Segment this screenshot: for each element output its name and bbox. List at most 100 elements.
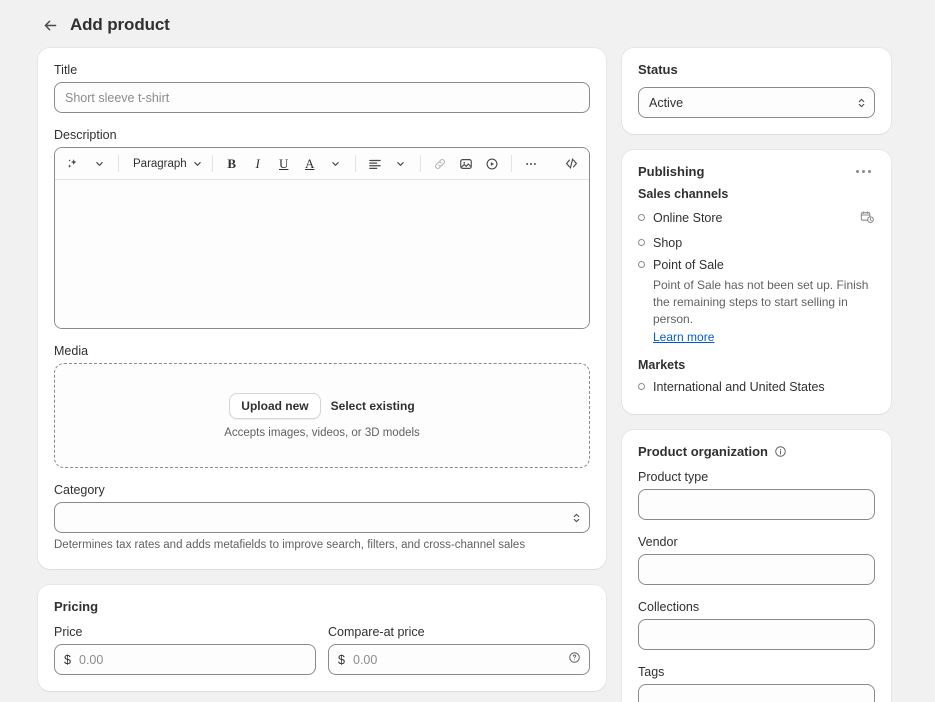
- market-label: International and United States: [653, 380, 825, 394]
- select-existing-button[interactable]: Select existing: [331, 399, 415, 413]
- product-type-field-group: Product type: [638, 469, 875, 520]
- paragraph-style-dropdown[interactable]: Paragraph: [126, 152, 205, 176]
- italic-button[interactable]: I: [246, 152, 270, 176]
- paragraph-style-label: Paragraph: [133, 157, 187, 170]
- tags-field-group: Tags: [638, 664, 875, 702]
- bullet-icon: [638, 261, 645, 268]
- pricing-fields: Price $ Compare-at price $: [54, 624, 590, 675]
- align-left-icon[interactable]: [363, 152, 387, 176]
- pricing-card: Pricing Price $ Compare-at price $: [38, 585, 606, 691]
- markets-list: International and United States: [638, 376, 875, 398]
- media-label: Media: [54, 344, 89, 358]
- link-icon[interactable]: [428, 152, 452, 176]
- markets-label: Markets: [638, 358, 686, 372]
- page-header: Add product: [0, 0, 935, 40]
- compare-at-price-label: Compare-at price: [328, 625, 425, 639]
- toolbar-divider: [118, 155, 119, 172]
- sales-channels-label: Sales channels: [638, 187, 729, 201]
- description-editor-body[interactable]: [55, 180, 589, 328]
- bold-button[interactable]: B: [220, 152, 244, 176]
- status-card-title: Status: [638, 62, 678, 77]
- title-field-group: Title: [54, 62, 590, 113]
- more-options-icon[interactable]: [519, 152, 543, 176]
- list-item[interactable]: Online Store: [638, 207, 875, 232]
- toolbar-divider: [510, 155, 512, 172]
- magic-menu-chevron-down-icon[interactable]: [87, 152, 111, 176]
- bullet-icon: [638, 383, 645, 390]
- vendor-label: Vendor: [638, 535, 678, 549]
- title-input[interactable]: [54, 82, 590, 113]
- pricing-card-title: Pricing: [54, 599, 99, 614]
- category-select-wrap: [54, 502, 590, 533]
- collections-field-group: Collections: [638, 599, 875, 650]
- list-item[interactable]: International and United States: [638, 376, 875, 398]
- dot: [862, 170, 865, 173]
- price-input-wrap: $: [54, 644, 316, 675]
- media-actions: Upload new Select existing: [229, 392, 415, 419]
- question-circle-icon[interactable]: [568, 651, 581, 669]
- compare-at-price-input-wrap: $: [328, 644, 590, 675]
- code-view-icon[interactable]: [559, 152, 583, 176]
- page-title: Add product: [70, 15, 170, 34]
- list-item[interactable]: Point of Sale: [638, 254, 875, 276]
- price-label: Price: [54, 625, 83, 639]
- sales-channels-list: Online Store Shop Point of Sale: [638, 207, 875, 276]
- category-field-group: Category Determines tax rates and adds m…: [54, 482, 590, 553]
- list-item[interactable]: Shop: [638, 232, 875, 254]
- product-type-input[interactable]: [638, 489, 875, 520]
- chevron-down-icon: [193, 162, 201, 166]
- channel-label: Shop: [653, 236, 683, 250]
- collections-label: Collections: [638, 600, 700, 614]
- compare-at-price-input[interactable]: [328, 644, 590, 675]
- media-dropzone[interactable]: Upload new Select existing Accepts image…: [54, 363, 590, 468]
- text-color-chevron-down-icon[interactable]: [324, 152, 348, 176]
- bullet-icon: [638, 239, 645, 246]
- category-help-text: Determines tax rates and adds metafields…: [54, 539, 526, 551]
- compare-at-price-field-group: Compare-at price $: [328, 624, 590, 675]
- product-type-label: Product type: [638, 470, 709, 484]
- side-column: Status Publishing: [622, 48, 891, 702]
- info-circle-icon[interactable]: [774, 445, 787, 458]
- vendor-input[interactable]: [638, 554, 875, 585]
- status-card: Status: [622, 48, 891, 134]
- title-label: Title: [54, 63, 78, 77]
- calendar-clock-icon[interactable]: [860, 210, 875, 232]
- underline-button[interactable]: U: [272, 152, 296, 176]
- upload-new-button[interactable]: Upload new: [229, 392, 321, 419]
- tags-input[interactable]: [638, 684, 875, 702]
- organization-title-text: Product organization: [638, 444, 768, 459]
- dot: [856, 170, 859, 173]
- bullet-icon: [638, 214, 645, 221]
- category-select[interactable]: [54, 502, 590, 533]
- editor-toolbar: Paragraph B I U A: [55, 148, 589, 180]
- publishing-card: Publishing Sales channels Online Store S…: [622, 150, 891, 414]
- more-options-icon[interactable]: [852, 166, 875, 177]
- insert-video-icon[interactable]: [480, 152, 504, 176]
- category-label: Category: [54, 483, 105, 497]
- media-accepts-note: Accepts images, videos, or 3D models: [224, 426, 420, 439]
- main-column: Title Description: [38, 48, 606, 702]
- tags-label: Tags: [638, 665, 665, 679]
- collections-input[interactable]: [638, 619, 875, 650]
- product-organization-card-title: Product organization: [638, 444, 875, 459]
- status-select[interactable]: [638, 87, 875, 118]
- insert-image-icon[interactable]: [454, 152, 478, 176]
- media-field-group: Media Upload new Select existing Accepts…: [54, 343, 590, 468]
- magic-sparkle-icon[interactable]: [61, 152, 85, 176]
- price-field-group: Price $: [54, 624, 316, 675]
- content-columns: Title Description: [0, 40, 935, 702]
- back-arrow-icon[interactable]: [40, 15, 60, 35]
- add-product-page: Add product Title Description: [0, 0, 935, 702]
- vendor-field-group: Vendor: [638, 534, 875, 585]
- toolbar-divider: [419, 155, 421, 172]
- text-color-button[interactable]: A: [298, 152, 322, 176]
- status-select-wrap: [638, 87, 875, 118]
- align-chevron-down-icon[interactable]: [389, 152, 413, 176]
- price-input[interactable]: [54, 644, 316, 675]
- product-organization-card: Product organization Product type Vendor…: [622, 430, 891, 702]
- channel-label: Online Store: [653, 211, 723, 225]
- description-label: Description: [54, 128, 117, 142]
- product-details-card: Title Description: [38, 48, 606, 569]
- point-of-sale-note: Point of Sale has not been set up. Finis…: [653, 278, 869, 326]
- learn-more-link[interactable]: Learn more: [653, 330, 714, 344]
